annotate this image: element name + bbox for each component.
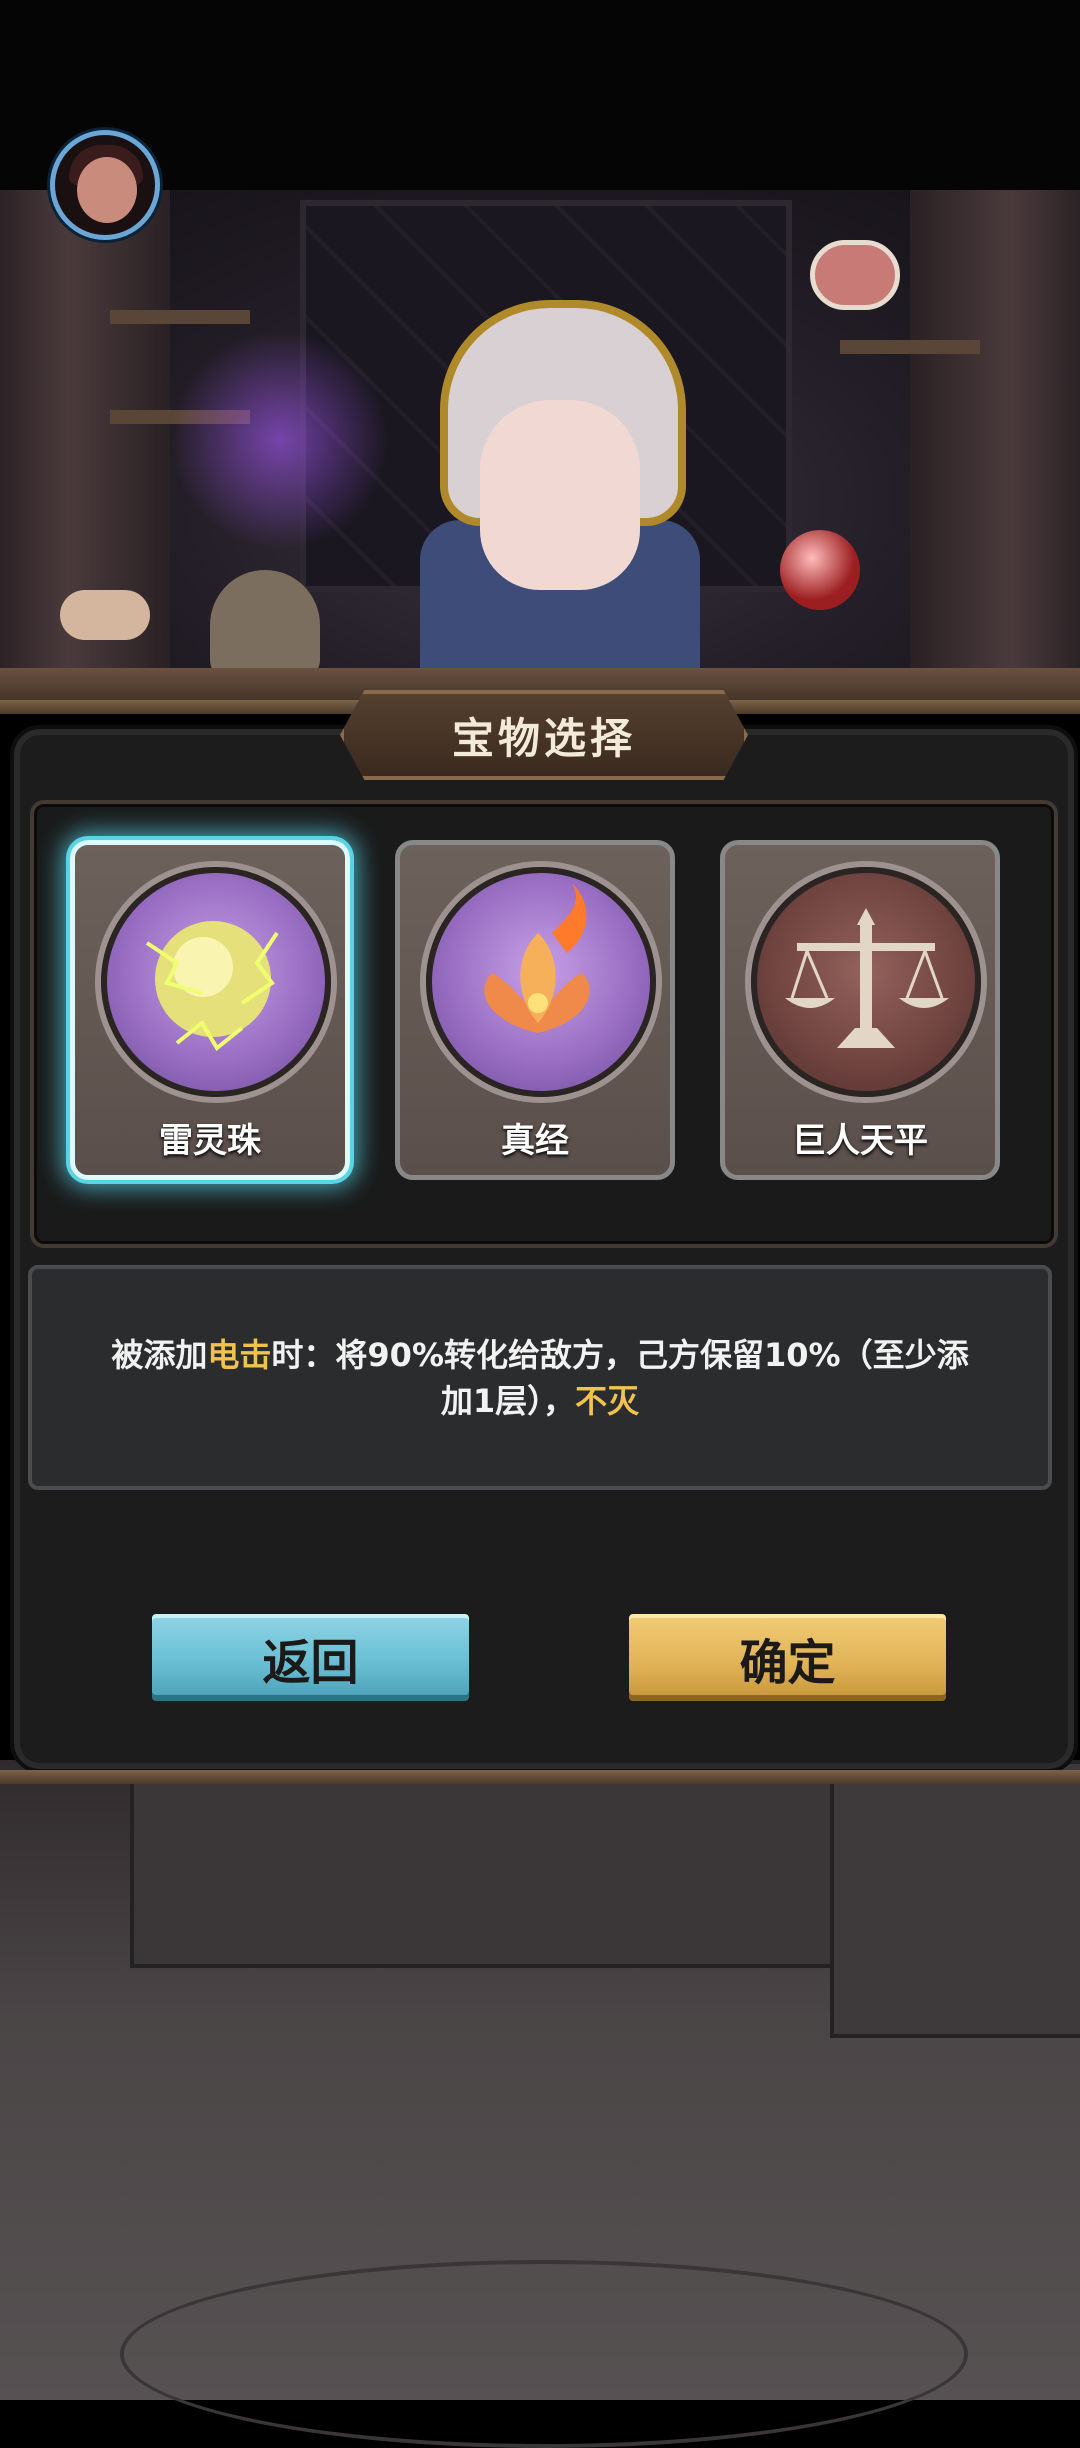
orb-frame (101, 867, 331, 1097)
confirm-button[interactable]: 确定 (625, 1610, 950, 1705)
helmet-icon (210, 570, 320, 680)
right-shelf (840, 340, 980, 354)
dungeon-floor-background (0, 1760, 1080, 2448)
magic-glow (170, 330, 390, 550)
panel-title-plate: 宝物选择 (340, 690, 748, 780)
stone-wall-right (830, 1760, 1080, 2038)
lightning-orb-icon (145, 921, 279, 1051)
potion-flask-icon (780, 530, 860, 610)
orb-frame (751, 867, 981, 1097)
treasure-card-thunder-orb[interactable]: 雷灵珠 (70, 840, 350, 1180)
treasure-name: 巨人天平 (792, 1121, 928, 1161)
desc-keyword-shock: 电击 (207, 1335, 272, 1374)
orb-frame (426, 867, 656, 1097)
avatar-face (77, 157, 137, 223)
back-button[interactable]: 返回 (148, 1610, 473, 1705)
shop-scene-illustration (0, 190, 1080, 710)
treasure-card-scripture[interactable]: 真经 (395, 840, 675, 1180)
merchant-face (480, 400, 640, 590)
left-shelf (110, 310, 250, 324)
balance-scale-icon (785, 908, 949, 1048)
desc-text-1: 被添加 (111, 1335, 208, 1374)
right-curtain (910, 190, 1080, 710)
floor-ring (120, 2260, 968, 2448)
treasure-description-box: 被添加电击时：将90%转化给敌方，己方保留10%（至少添加1层），不灭 (28, 1265, 1052, 1490)
panel-title: 宝物选择 (451, 713, 636, 763)
stone-wall (130, 1780, 838, 1968)
treasure-card-giant-scale[interactable]: 巨人天平 (720, 840, 1000, 1180)
top-status-area (0, 0, 1080, 190)
treasure-description: 被添加电击时：将90%转化给敌方，己方保留10%（至少添加1层），不灭 (102, 1332, 978, 1424)
hanging-meat-icon (810, 240, 900, 310)
flame-lotus-icon (484, 883, 590, 1033)
panel-bottom-rail (0, 1770, 1080, 1784)
player-avatar[interactable] (50, 130, 160, 240)
hand-prop (60, 590, 150, 640)
treasure-name: 雷灵珠 (159, 1121, 261, 1161)
desc-keyword-immortal: 不灭 (575, 1381, 640, 1420)
treasure-name: 真经 (501, 1121, 569, 1161)
